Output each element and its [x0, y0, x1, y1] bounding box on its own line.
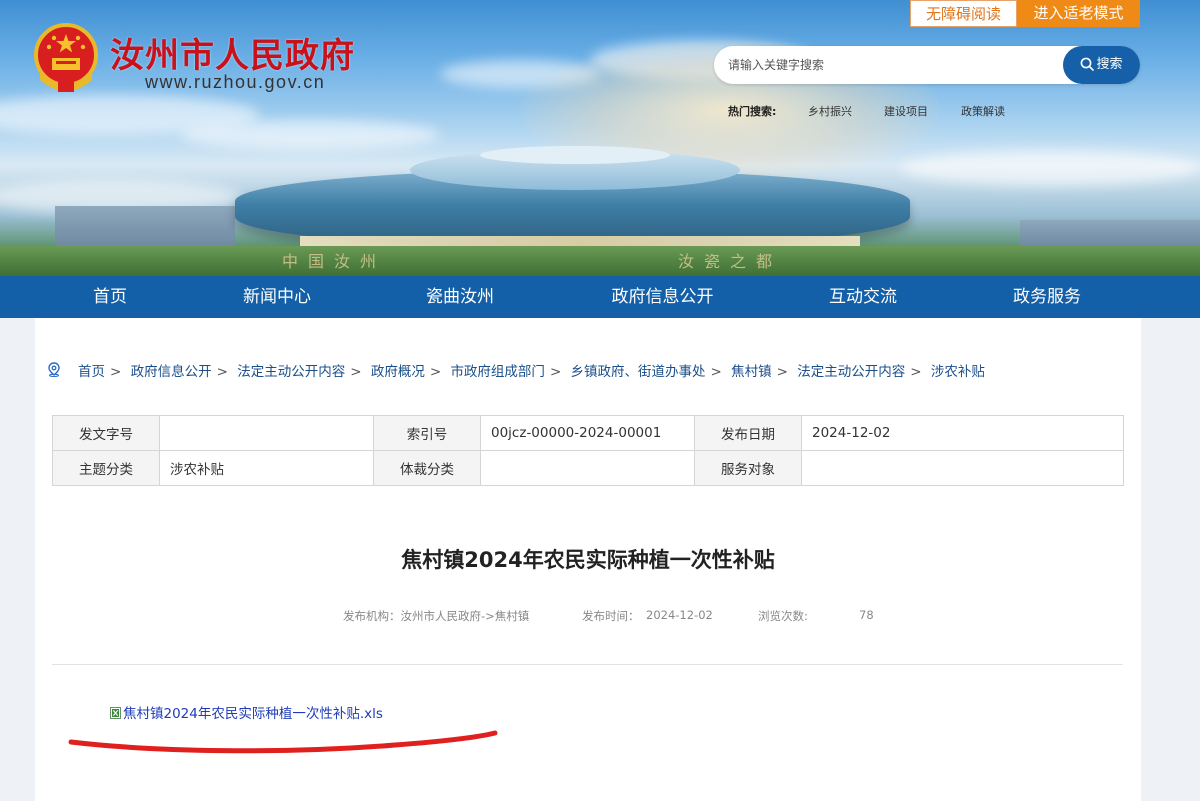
site-url[interactable]: www.ruzhou.gov.cn — [145, 72, 325, 93]
publish-date-label: 发布日期 — [694, 415, 802, 451]
breadcrumb-separator: > — [429, 364, 442, 380]
index-number-value: 00jcz-00000-2024-00001 — [480, 415, 695, 451]
hot-search-link[interactable]: 建设项目 — [884, 103, 928, 119]
cloud — [180, 120, 440, 150]
service-audience-value — [801, 450, 1124, 486]
hot-search-link[interactable]: 政策解读 — [961, 103, 1005, 119]
view-count-value: 78 — [859, 608, 874, 622]
stadium-cap — [480, 146, 670, 164]
table-row: 发文字号 索引号 00jcz-00000-2024-00001 发布日期 202… — [52, 415, 1124, 451]
breadcrumb-link[interactable]: 乡镇政府、街道办事处 — [571, 364, 706, 380]
index-number-label: 索引号 — [373, 415, 481, 451]
nav-item-services[interactable]: 政务服务 — [992, 276, 1102, 318]
search-input[interactable] — [728, 46, 1058, 84]
header-banner: 中国汝州 汝瓷之都 汝州市人民政府 www.ruzhou.gov.cn 无障碍阅… — [0, 0, 1200, 276]
genre-category-label: 体裁分类 — [373, 450, 481, 486]
main-nav: 首页 新闻中心 瓷曲汝州 政府信息公开 互动交流 政务服务 — [0, 276, 1200, 318]
breadcrumb-separator: > — [350, 364, 362, 380]
divider — [52, 664, 1123, 665]
search-button-label: 搜索 — [1096, 57, 1123, 72]
breadcrumb-separator: > — [710, 364, 722, 380]
nav-item-home[interactable]: 首页 — [70, 276, 150, 318]
breadcrumb-link[interactable]: 市政府组成部门 — [450, 364, 545, 380]
accessibility-reading-button[interactable]: 无障碍阅读 — [910, 0, 1017, 27]
site-title[interactable]: 汝州市人民政府 — [110, 28, 355, 77]
hot-search-label: 热门搜索: — [728, 105, 777, 118]
attachment-link-row[interactable]: 焦村镇2024年农民实际种植一次性补贴.xls — [110, 702, 383, 722]
view-count-label: 浏览次数: — [758, 609, 808, 623]
genre-category-value — [480, 450, 695, 486]
doc-number-value — [159, 415, 374, 451]
elder-mode-button[interactable]: 进入适老模式 — [1017, 0, 1140, 27]
service-audience-label: 服务对象 — [694, 450, 802, 486]
publisher-info: 发布机构：汝州市人民政府->焦村镇 — [343, 609, 530, 623]
breadcrumb-link[interactable]: 焦村镇 — [731, 364, 772, 380]
breadcrumb-separator: > — [549, 364, 562, 380]
search-box: 搜索 — [714, 46, 1140, 84]
breadcrumb-link[interactable]: 政府信息公开 — [131, 364, 212, 380]
publish-date-value: 2024-12-02 — [801, 415, 1124, 451]
national-emblem-icon — [34, 23, 98, 92]
breadcrumb-link[interactable]: 政府概况 — [371, 364, 425, 380]
city-skyline — [1020, 220, 1200, 246]
cloud — [900, 150, 1200, 186]
nav-item-interaction[interactable]: 互动交流 — [808, 276, 918, 318]
breadcrumb-separator: > — [910, 364, 922, 380]
breadcrumb-link[interactable]: 法定主动公开内容 — [237, 364, 345, 380]
attachment-link[interactable]: 焦村镇2024年农民实际种植一次性补贴.xls — [123, 706, 383, 722]
search-button[interactable]: 搜索 — [1063, 46, 1140, 84]
excel-file-icon — [110, 707, 121, 719]
nav-item-gov-info[interactable]: 政府信息公开 — [595, 276, 730, 318]
stadium-windows — [300, 236, 860, 246]
breadcrumb-link[interactable]: 法定主动公开内容 — [797, 364, 905, 380]
city-skyline — [55, 206, 235, 246]
red-underline-annotation — [68, 730, 498, 754]
breadcrumb-separator: > — [110, 364, 122, 380]
doc-number-label: 发文字号 — [52, 415, 160, 451]
topic-category-label: 主题分类 — [52, 450, 160, 486]
banner-slogan-right: 汝瓷之都 — [678, 252, 783, 271]
content-panel: 首页 > 政府信息公开 > 法定主动公开内容 > 政府概况 > 市政府组成部门 > 乡镇政… — [35, 318, 1141, 801]
breadcrumb-separator: > — [216, 364, 228, 380]
lawn — [0, 246, 1200, 276]
topic-category-value: 涉农补贴 — [159, 450, 374, 486]
breadcrumb-separator: > — [776, 364, 788, 380]
nav-item-ruzhou-culture[interactable]: 瓷曲汝州 — [405, 276, 515, 318]
location-pin-icon — [48, 362, 60, 377]
article-title: 焦村镇2024年农民实际种植一次性补贴 — [401, 548, 775, 572]
search-icon — [1081, 57, 1095, 71]
breadcrumb-link[interactable]: 首页 — [78, 364, 105, 380]
table-row: 主题分类 涉农补贴 体裁分类 服务对象 — [52, 450, 1124, 486]
banner-slogan-left: 中国汝州 — [282, 252, 387, 271]
publish-time-value: 2024-12-02 — [646, 608, 713, 622]
document-meta-table: 发文字号 索引号 00jcz-00000-2024-00001 发布日期 202… — [52, 415, 1124, 486]
publish-time-label: 发布时间： — [582, 609, 640, 623]
breadcrumb-link[interactable]: 涉农补贴 — [931, 364, 985, 380]
nav-item-news[interactable]: 新闻中心 — [222, 276, 332, 318]
hot-search-link[interactable]: 乡村振兴 — [808, 103, 852, 119]
